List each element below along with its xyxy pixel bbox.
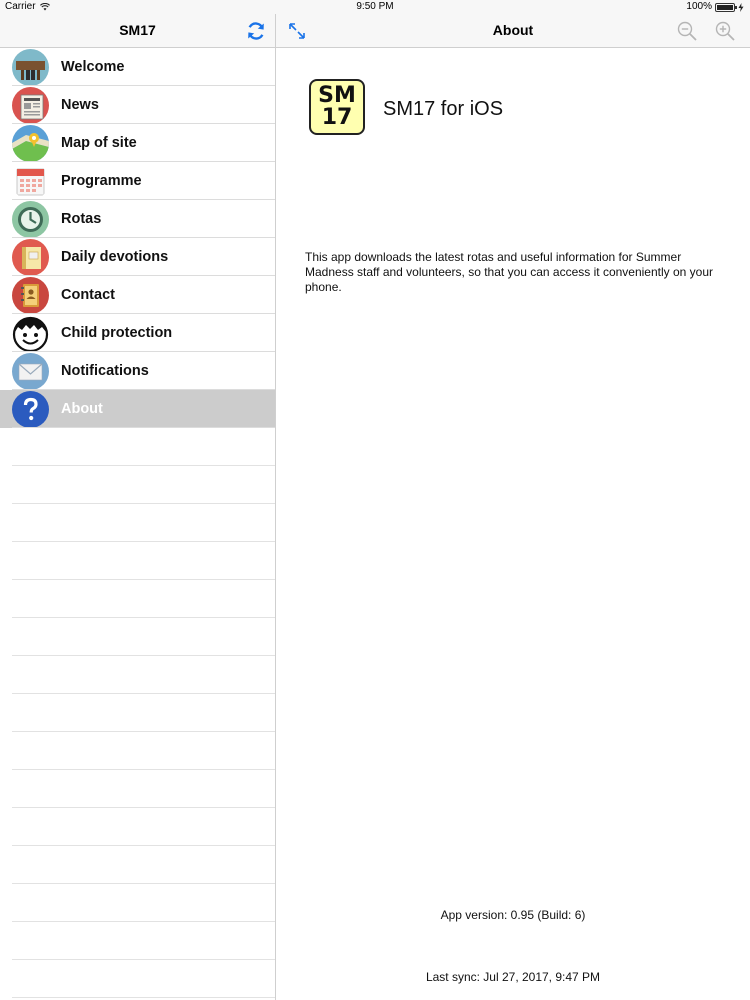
app-description: This app downloads the latest rotas and … <box>305 250 714 294</box>
detail-pane: About SM 17 SM17 for iOS This app downlo… <box>276 14 750 1000</box>
menu-item-about[interactable]: About <box>0 390 275 428</box>
empty-row <box>0 694 275 732</box>
menu-label-about: About <box>61 401 103 417</box>
welcome-icon <box>12 48 49 86</box>
sidebar: SM17 Welcome News Map of site Programme … <box>0 14 276 1000</box>
menu-item-rotas[interactable]: Rotas <box>0 200 275 238</box>
empty-row <box>0 618 275 656</box>
empty-row <box>0 732 275 770</box>
sidebar-navbar: SM17 <box>0 14 275 48</box>
logo-line-1: SM <box>318 83 356 108</box>
empty-table-rows <box>0 428 275 998</box>
zoom-out-icon[interactable] <box>676 20 698 42</box>
menu-label-daily-devotions: Daily devotions <box>61 249 169 265</box>
map-icon <box>12 124 49 162</box>
app-version: App version: 0.95 (Build: 6) <box>440 908 586 922</box>
charging-icon <box>738 2 744 12</box>
status-time: 9:50 PM <box>356 1 394 12</box>
empty-row <box>0 428 275 466</box>
menu-item-news[interactable]: News <box>0 86 275 124</box>
empty-row <box>0 884 275 922</box>
menu-list: Welcome News Map of site Programme Rotas… <box>0 48 275 428</box>
logo-line-2: 17 <box>321 105 353 130</box>
calendar-icon <box>12 162 49 200</box>
menu-label-welcome: Welcome <box>61 59 125 75</box>
menu-label-map-of-site: Map of site <box>61 135 137 151</box>
menu-label-contact: Contact <box>61 287 115 303</box>
menu-item-notifications[interactable]: Notifications <box>0 352 275 390</box>
menu-label-programme: Programme <box>61 173 142 189</box>
zoom-in-icon[interactable] <box>714 20 736 42</box>
status-right: 100% <box>686 0 744 14</box>
empty-row <box>0 960 275 998</box>
detail-navbar: About <box>276 14 750 48</box>
menu-item-child-protection[interactable]: Child protection <box>0 314 275 352</box>
menu-label-news: News <box>61 97 99 113</box>
battery-icon <box>715 2 737 12</box>
status-bar: Carrier 9:50 PM 100% <box>0 0 750 14</box>
empty-row <box>0 770 275 808</box>
question-icon <box>12 390 49 428</box>
sidebar-title: SM17 <box>119 22 156 38</box>
clock-icon <box>12 200 49 238</box>
battery-level <box>717 4 733 10</box>
empty-row <box>0 504 275 542</box>
address-book-icon <box>12 276 49 314</box>
menu-item-welcome[interactable]: Welcome <box>0 48 275 86</box>
menu-label-notifications: Notifications <box>61 363 149 379</box>
envelope-icon <box>12 352 49 390</box>
empty-row <box>0 466 275 504</box>
menu-item-daily-devotions[interactable]: Daily devotions <box>0 238 275 276</box>
empty-row <box>0 846 275 884</box>
book-icon <box>12 238 49 276</box>
menu-label-rotas: Rotas <box>61 211 102 227</box>
menu-label-child-protection: Child protection <box>61 325 173 341</box>
empty-row <box>0 808 275 846</box>
app-name: SM17 for iOS <box>383 98 504 120</box>
menu-item-contact[interactable]: Contact <box>0 276 275 314</box>
menu-item-map-of-site[interactable]: Map of site <box>0 124 275 162</box>
empty-row <box>0 580 275 618</box>
empty-row <box>0 542 275 580</box>
app-logo: SM 17 <box>309 79 365 135</box>
last-sync: Last sync: Jul 27, 2017, 9:47 PM <box>425 970 601 984</box>
empty-row <box>0 656 275 694</box>
empty-row <box>0 922 275 960</box>
child-face-icon <box>12 314 49 352</box>
battery-percent: 100% <box>686 1 712 12</box>
refresh-icon[interactable] <box>245 20 267 42</box>
news-icon <box>12 86 49 124</box>
menu-item-programme[interactable]: Programme <box>0 162 275 200</box>
